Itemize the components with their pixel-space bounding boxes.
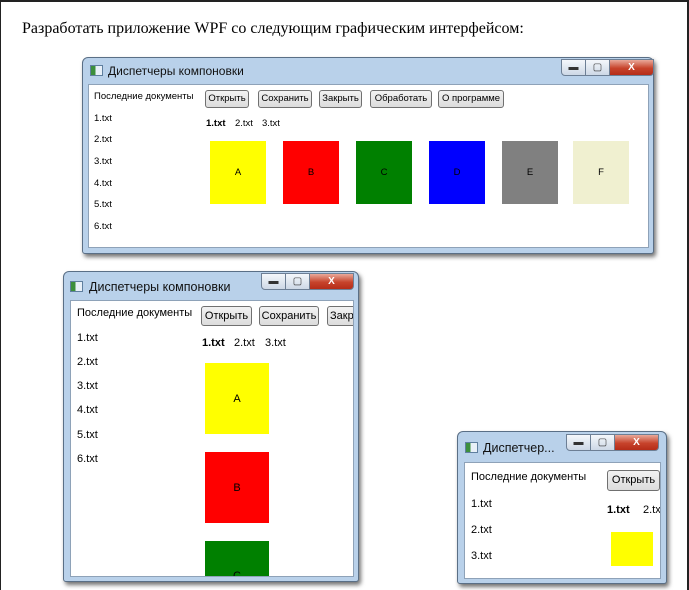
tab-2-txt[interactable]: 2.txt (234, 337, 255, 349)
window-client-area: Последние документы 1.txt 2.txt 3.txt От… (464, 462, 661, 579)
layout-window-narrow: Диспетчеры компоновки ▬ ▢ X Последние до… (63, 271, 359, 582)
recent-documents-heading: Последние документы (471, 471, 587, 483)
open-button[interactable]: Открыть (201, 306, 252, 326)
tile-d: D (429, 141, 485, 204)
tab-1-txt[interactable]: 1.txt (607, 504, 630, 516)
tile-e: E (502, 141, 558, 204)
tile-a: A (210, 141, 266, 204)
open-button[interactable]: Открыть (205, 90, 249, 108)
tab-2-txt-clipped[interactable]: 2.txt (643, 504, 660, 516)
recent-doc-3[interactable]: 3.txt (77, 380, 98, 392)
tile-c: C (356, 141, 412, 204)
recent-doc-5[interactable]: 5.txt (94, 199, 112, 210)
recent-doc-1[interactable]: 1.txt (77, 332, 98, 344)
recent-documents-heading: Последние документы (77, 307, 193, 319)
recent-doc-5[interactable]: 5.txt (77, 429, 98, 441)
minimize-icon[interactable]: ▬ (566, 434, 591, 451)
close-button-clipped[interactable]: Закр (327, 306, 353, 326)
app-window-icon (465, 442, 478, 453)
minimize-icon[interactable]: ▬ (261, 273, 286, 290)
recent-doc-1[interactable]: 1.txt (471, 498, 492, 510)
recent-doc-6[interactable]: 6.txt (94, 221, 112, 232)
maximize-icon[interactable]: ▢ (591, 434, 615, 451)
tab-2-txt[interactable]: 2.txt (235, 118, 253, 129)
window-title: Диспетчер... (483, 441, 555, 455)
close-icon[interactable]: X (615, 434, 659, 451)
recent-doc-1[interactable]: 1.txt (94, 113, 112, 124)
page-border-left (0, 0, 1, 590)
tile-a: A (205, 363, 269, 434)
save-button[interactable]: Сохранить (258, 90, 312, 108)
save-button[interactable]: Сохранить (259, 306, 319, 326)
recent-doc-2[interactable]: 2.txt (471, 524, 492, 536)
tile-c: C (205, 541, 269, 576)
app-window-icon (90, 65, 103, 76)
process-button[interactable]: Обработать (370, 90, 432, 108)
about-button[interactable]: О программе (438, 90, 504, 108)
recent-documents-heading: Последние документы (94, 91, 194, 102)
tab-1-txt[interactable]: 1.txt (206, 118, 226, 129)
tab-3-txt[interactable]: 3.txt (262, 118, 280, 129)
tile-f: F (573, 141, 629, 204)
tile-b: B (205, 452, 269, 523)
task-heading: Разработать приложение WPF со следующим … (22, 20, 524, 37)
recent-doc-6[interactable]: 6.txt (77, 453, 98, 465)
title-bar[interactable]: Диспетчеры компоновки ▬ ▢ X (64, 272, 358, 300)
tile-b: B (283, 141, 339, 204)
close-button[interactable]: Закрыть (319, 90, 362, 108)
recent-doc-3[interactable]: 3.txt (471, 550, 492, 562)
layout-window-small: Диспетчер... ▬ ▢ X Последние документы 1… (457, 431, 667, 584)
maximize-icon[interactable]: ▢ (586, 59, 610, 76)
title-bar[interactable]: Диспетчеры компоновки ▬ ▢ X (83, 58, 654, 86)
tab-3-txt[interactable]: 3.txt (265, 337, 286, 349)
tile-a (611, 532, 653, 566)
open-button[interactable]: Открыть (607, 470, 660, 491)
window-client-area: Последние документы 1.txt 2.txt 3.txt 4.… (88, 84, 649, 248)
recent-doc-2[interactable]: 2.txt (77, 356, 98, 368)
page-border-top (0, 0, 689, 2)
minimize-icon[interactable]: ▬ (561, 59, 586, 76)
recent-doc-4[interactable]: 4.txt (77, 404, 98, 416)
close-icon[interactable]: X (610, 59, 654, 76)
window-title: Диспетчеры компоновки (89, 280, 231, 294)
recent-doc-4[interactable]: 4.txt (94, 178, 112, 189)
title-bar[interactable]: Диспетчер... ▬ ▢ X (458, 432, 666, 460)
window-client-area: Последние документы 1.txt 2.txt 3.txt 4.… (70, 300, 354, 577)
tab-1-txt[interactable]: 1.txt (202, 337, 225, 349)
recent-doc-2[interactable]: 2.txt (94, 134, 112, 145)
app-window-icon (70, 281, 83, 292)
close-icon[interactable]: X (310, 273, 354, 290)
recent-doc-3[interactable]: 3.txt (94, 156, 112, 167)
layout-window-wide: Диспетчеры компоновки ▬ ▢ X Последние до… (82, 57, 654, 254)
maximize-icon[interactable]: ▢ (286, 273, 310, 290)
window-title: Диспетчеры компоновки (108, 64, 244, 78)
